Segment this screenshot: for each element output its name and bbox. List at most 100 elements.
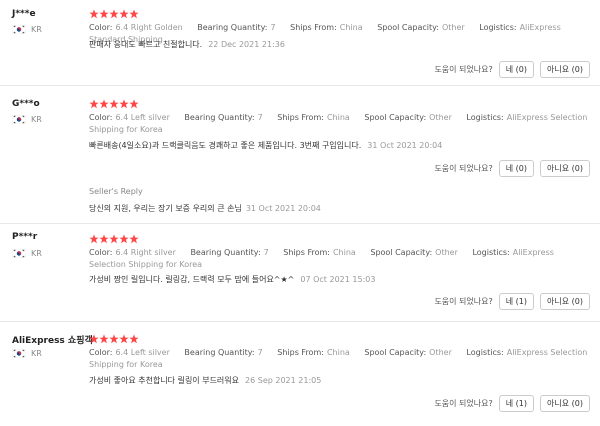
helpful-label: 도움이 되었나요? xyxy=(434,399,493,408)
review-date: 31 Oct 2021 20:04 xyxy=(367,141,443,150)
ships-from-label: Ships From: xyxy=(277,113,324,122)
korea-flag-icon xyxy=(11,348,27,359)
spool-label: Spool Capacity: xyxy=(370,248,433,257)
star-icon xyxy=(89,9,99,19)
review-body: 빠른배송(4일소요)과 드랙클릭음도 경쾌하고 좋은 제품입니다. 3번째 구입… xyxy=(89,141,362,150)
ships-from-value: China xyxy=(326,113,350,122)
review-body: 가성비 짱인 릴입니다. 릴링감, 드랙력 모두 맘에 들어요^★^ xyxy=(89,275,295,284)
helpful-yes-button[interactable]: 네 (0) xyxy=(498,61,534,78)
review-date: 26 Sep 2021 21:05 xyxy=(245,376,322,385)
star-icon xyxy=(89,334,99,344)
star-icon xyxy=(99,234,109,244)
color-label: Color: xyxy=(89,23,113,32)
helpful-label: 도움이 되었나요? xyxy=(434,297,493,306)
seller-reply-date: 31 Oct 2021 20:04 xyxy=(245,204,321,213)
ships-from-label: Ships From: xyxy=(277,348,324,357)
review-item: P***r KR Color: 6.4 Right silver Bearing … xyxy=(0,224,600,322)
country-code: KR xyxy=(31,249,42,258)
ships-from-value: China xyxy=(326,348,350,357)
helpful-yes-button[interactable]: 네 (0) xyxy=(498,160,534,177)
star-icon xyxy=(109,9,119,19)
reviewer-country: KR xyxy=(11,248,42,259)
review-item: AliExpress 쇼핑객 KR Color: 6.4 Left silver … xyxy=(0,322,600,426)
korea-flag-icon xyxy=(11,24,27,35)
helpful-yes-button[interactable]: 네 (1) xyxy=(498,395,534,412)
reviewer-name: AliExpress 쇼핑객 xyxy=(12,336,93,346)
helpful-vote: 도움이 되었나요? 네 (1) 아니요 (0) xyxy=(434,395,590,412)
helpful-label: 도움이 되었나요? xyxy=(434,65,493,74)
helpful-no-button[interactable]: 아니요 (0) xyxy=(540,160,590,177)
star-rating xyxy=(89,99,139,109)
star-icon xyxy=(129,99,139,109)
helpful-vote: 도움이 되었나요? 네 (0) 아니요 (0) xyxy=(434,61,590,78)
spool-value: Other xyxy=(429,348,452,357)
seller-reply-text: 당신의 지원, 우리는 장기 보증 우리의 큰 손님 xyxy=(89,204,242,213)
reviewer-country: KR xyxy=(11,24,42,35)
helpful-no-button[interactable]: 아니요 (0) xyxy=(540,293,590,310)
spool-label: Spool Capacity: xyxy=(364,348,427,357)
review-body: 가성비 좋아요 추천합니다 릴링이 부드러워요 xyxy=(89,376,240,385)
review-sku-info: Color: 6.4 Left silver Bearing Quantity: 7… xyxy=(89,112,589,136)
star-icon xyxy=(129,334,139,344)
review-text: 판매자 응대도 빠르고 친절합니다. 22 Dec 2021 21:36 xyxy=(89,39,589,50)
bearing-label: Bearing Quantity: xyxy=(190,248,261,257)
ships-from-label: Ships From: xyxy=(290,23,337,32)
logistics-label: Logistics: xyxy=(466,348,504,357)
helpful-no-button[interactable]: 아니요 (0) xyxy=(540,395,590,412)
bearing-value: 7 xyxy=(257,113,263,122)
star-icon xyxy=(129,234,139,244)
helpful-yes-button[interactable]: 네 (1) xyxy=(498,293,534,310)
bearing-label: Bearing Quantity: xyxy=(197,23,268,32)
color-value: 6.4 Left silver xyxy=(115,348,170,357)
review-date: 07 Oct 2021 15:03 xyxy=(300,275,376,284)
spool-value: Other xyxy=(435,248,458,257)
logistics-label: Logistics: xyxy=(472,248,510,257)
reviewer-name: P***r xyxy=(12,232,38,242)
star-icon xyxy=(109,234,119,244)
bearing-value: 7 xyxy=(257,348,263,357)
country-code: KR xyxy=(31,349,42,358)
color-label: Color: xyxy=(89,248,113,257)
color-label: Color: xyxy=(89,113,113,122)
spool-value: Other xyxy=(429,113,452,122)
korea-flag-icon xyxy=(11,114,27,125)
seller-reply-label: Seller's Reply xyxy=(89,187,143,196)
review-body: 판매자 응대도 빠르고 친절합니다. xyxy=(89,40,203,49)
reviewer-country: KR xyxy=(11,114,42,125)
star-icon xyxy=(129,9,139,19)
review-text: 빠른배송(4일소요)과 드랙클릭음도 경쾌하고 좋은 제품입니다. 3번째 구입… xyxy=(89,140,589,151)
review-sku-info: Color: 6.4 Left silver Bearing Quantity: 7… xyxy=(89,347,589,371)
review-sku-info: Color: 6.4 Right silver Bearing Quantity:… xyxy=(89,247,589,271)
star-icon xyxy=(109,99,119,109)
bearing-label: Bearing Quantity: xyxy=(184,348,255,357)
review-item: J***e KR Color: 6.4 Right Golden Bearing … xyxy=(0,0,600,86)
country-code: KR xyxy=(31,25,42,34)
bearing-value: 7 xyxy=(263,248,269,257)
reviewer-name: G***o xyxy=(12,99,40,109)
star-icon xyxy=(119,9,129,19)
reviewer-name: J***e xyxy=(12,9,36,19)
star-rating xyxy=(89,9,139,19)
bearing-label: Bearing Quantity: xyxy=(184,113,255,122)
star-icon xyxy=(119,334,129,344)
star-icon xyxy=(89,99,99,109)
review-text: 가성비 짱인 릴입니다. 릴링감, 드랙력 모두 맘에 들어요^★^ 07 Oct… xyxy=(89,274,589,285)
spool-value: Other xyxy=(442,23,465,32)
star-icon xyxy=(99,334,109,344)
country-code: KR xyxy=(31,115,42,124)
seller-reply: 당신의 지원, 우리는 장기 보증 우리의 큰 손님 31 Oct 2021 20… xyxy=(89,203,321,214)
helpful-vote: 도움이 되었나요? 네 (1) 아니요 (0) xyxy=(434,293,590,310)
spool-label: Spool Capacity: xyxy=(364,113,427,122)
review-item: G***o KR Color: 6.4 Left silver Bearing Q… xyxy=(0,86,600,224)
korea-flag-icon xyxy=(11,248,27,259)
logistics-label: Logistics: xyxy=(466,113,504,122)
star-icon xyxy=(119,99,129,109)
helpful-label: 도움이 되었나요? xyxy=(434,164,493,173)
color-value: 6.4 Right silver xyxy=(115,248,176,257)
ships-from-value: China xyxy=(332,248,356,257)
review-date: 22 Dec 2021 21:36 xyxy=(208,40,285,49)
ships-from-value: China xyxy=(339,23,363,32)
ships-from-label: Ships From: xyxy=(283,248,330,257)
color-value: 6.4 Right Golden xyxy=(115,23,183,32)
helpful-no-button[interactable]: 아니요 (0) xyxy=(540,61,590,78)
